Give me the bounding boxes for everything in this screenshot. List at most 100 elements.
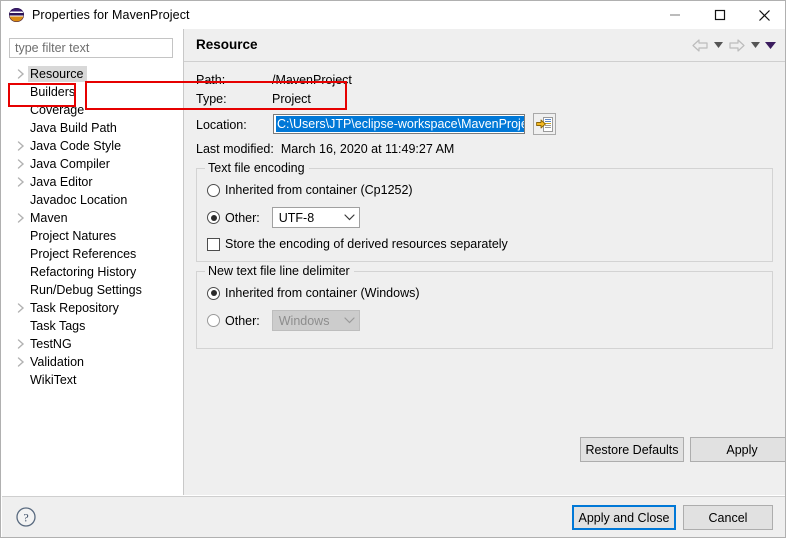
chevron-right-icon[interactable] bbox=[14, 213, 28, 223]
sidebar-item-task-tags[interactable]: Task Tags bbox=[2, 317, 183, 335]
window-controls bbox=[652, 1, 785, 29]
delimiter-other-radio-row[interactable]: Other: Windows bbox=[207, 310, 360, 331]
chevron-right-icon[interactable] bbox=[14, 303, 28, 313]
sidebar-item-label: WikiText bbox=[30, 373, 77, 387]
encoding-other-label: Other: bbox=[225, 210, 260, 225]
type-value: Project bbox=[272, 92, 311, 106]
sidebar-item-label: Java Compiler bbox=[30, 157, 110, 171]
settings-sidebar: Resource Builders Coverage Java Build Path J… bbox=[2, 29, 184, 495]
sidebar-item-run-debug-settings[interactable]: Run/Debug Settings bbox=[2, 281, 183, 299]
location-input[interactable]: C:\Users\JTP\eclipse-workspace\MavenProj… bbox=[273, 114, 525, 134]
chevron-right-icon[interactable] bbox=[14, 159, 28, 169]
cancel-button[interactable]: Cancel bbox=[683, 505, 773, 530]
encoding-other-radio-row[interactable]: Other: UTF-8 bbox=[207, 207, 360, 228]
sidebar-item-label: Project Natures bbox=[30, 229, 117, 243]
delimiter-select-value: Windows bbox=[278, 313, 330, 328]
path-label: Path: bbox=[196, 73, 226, 87]
forward-dropdown-icon[interactable] bbox=[748, 35, 763, 55]
sidebar-item-resource[interactable]: Resource bbox=[2, 65, 183, 83]
sidebar-item-task-repository[interactable]: Task Repository bbox=[2, 299, 183, 317]
help-icon[interactable]: ? bbox=[15, 506, 37, 528]
sidebar-item-label: Java Editor bbox=[30, 175, 93, 189]
line-delimiter-group: New text file line delimiter Inherited f… bbox=[196, 264, 773, 349]
encoding-inherited-radio[interactable] bbox=[207, 183, 220, 197]
sidebar-item-wikitext[interactable]: WikiText bbox=[2, 371, 183, 389]
location-label: Location: bbox=[196, 117, 247, 132]
sidebar-item-javadoc-location[interactable]: Javadoc Location bbox=[2, 191, 183, 209]
encoding-inherited-radio-row[interactable]: Inherited from container (Cp1252) bbox=[207, 183, 413, 197]
type-row: Type: Project bbox=[196, 92, 311, 106]
svg-text:?: ? bbox=[23, 511, 28, 525]
store-encoding-label: Store the encoding of derived resources … bbox=[225, 237, 508, 251]
sidebar-item-label: Run/Debug Settings bbox=[30, 283, 142, 297]
location-label-wrapper: Location: bbox=[196, 115, 247, 134]
filter-input[interactable] bbox=[9, 38, 173, 58]
sidebar-item-label: TestNG bbox=[30, 337, 72, 351]
maximize-icon[interactable] bbox=[697, 1, 742, 29]
sidebar-item-validation[interactable]: Validation bbox=[2, 353, 183, 371]
encoding-select[interactable]: UTF-8 bbox=[271, 207, 360, 228]
sidebar-item-project-natures[interactable]: Project Natures bbox=[2, 227, 183, 245]
store-encoding-checkbox[interactable] bbox=[207, 237, 220, 251]
minimize-icon[interactable] bbox=[652, 1, 697, 29]
navigation-buttons bbox=[689, 35, 778, 55]
sidebar-item-builders[interactable]: Builders bbox=[2, 83, 183, 101]
settings-tree: Resource Builders Coverage Java Build Path J… bbox=[2, 65, 183, 389]
last-modified-row: Last modified: March 16, 2020 at 11:49:2… bbox=[196, 142, 454, 156]
sidebar-item-label: Refactoring History bbox=[30, 265, 137, 279]
sidebar-item-refactoring-history[interactable]: Refactoring History bbox=[2, 263, 183, 281]
browse-folder-icon[interactable] bbox=[533, 113, 556, 135]
text-file-encoding-group-title: Text file encoding bbox=[205, 161, 309, 175]
sidebar-item-project-references[interactable]: Project References bbox=[2, 245, 183, 263]
sidebar-item-java-compiler[interactable]: Java Compiler bbox=[2, 155, 183, 173]
chevron-right-icon[interactable] bbox=[14, 141, 28, 151]
chevron-down-icon bbox=[344, 214, 355, 221]
chevron-right-icon[interactable] bbox=[14, 357, 28, 367]
encoding-inherited-label: Inherited from container (Cp1252) bbox=[225, 183, 413, 197]
apply-and-close-button[interactable]: Apply and Close bbox=[572, 505, 676, 530]
sidebar-item-label: Java Build Path bbox=[30, 121, 117, 135]
path-value: /MavenProject bbox=[272, 73, 352, 87]
title-bar: Properties for MavenProject bbox=[1, 1, 785, 29]
delimiter-other-label: Other: bbox=[225, 313, 260, 328]
forward-arrow-icon[interactable] bbox=[726, 35, 748, 55]
view-menu-icon[interactable] bbox=[763, 35, 778, 55]
back-arrow-icon[interactable] bbox=[689, 35, 711, 55]
chevron-down-icon bbox=[344, 317, 355, 324]
encoding-select-value: UTF-8 bbox=[278, 210, 315, 225]
close-icon[interactable] bbox=[742, 1, 785, 29]
chevron-right-icon[interactable] bbox=[14, 69, 28, 79]
chevron-right-icon[interactable] bbox=[14, 339, 28, 349]
sidebar-item-label: Javadoc Location bbox=[30, 193, 128, 207]
encoding-other-radio[interactable] bbox=[207, 211, 220, 224]
restore-defaults-button[interactable]: Restore Defaults bbox=[580, 437, 684, 462]
delimiter-select: Windows bbox=[271, 310, 360, 331]
back-dropdown-icon[interactable] bbox=[711, 35, 726, 55]
sidebar-item-label: Resource bbox=[28, 66, 87, 82]
store-encoding-checkbox-row[interactable]: Store the encoding of derived resources … bbox=[207, 237, 508, 251]
sidebar-item-coverage[interactable]: Coverage bbox=[2, 101, 183, 119]
page-title: Resource bbox=[196, 37, 258, 52]
sidebar-item-testng[interactable]: TestNG bbox=[2, 335, 183, 353]
apply-button[interactable]: Apply bbox=[690, 437, 785, 462]
chevron-right-icon[interactable] bbox=[14, 177, 28, 187]
text-file-encoding-group: Text file encoding Inherited from contai… bbox=[196, 161, 773, 262]
delimiter-inherited-radio-row[interactable]: Inherited from container (Windows) bbox=[207, 286, 420, 300]
delimiter-other-radio[interactable] bbox=[207, 314, 220, 327]
sidebar-item-label: Builders bbox=[30, 85, 76, 99]
location-input-value: C:\Users\JTP\eclipse-workspace\MavenProj… bbox=[276, 116, 524, 132]
window-title: Properties for MavenProject bbox=[32, 8, 190, 22]
sidebar-item-java-editor[interactable]: Java Editor bbox=[2, 173, 183, 191]
delimiter-inherited-label: Inherited from container (Windows) bbox=[225, 286, 420, 300]
last-modified-value: March 16, 2020 at 11:49:27 AM bbox=[280, 142, 455, 156]
sidebar-item-label: Coverage bbox=[30, 103, 85, 117]
settings-content-panel: Resource Path: /MavenProject Type: Proje… bbox=[184, 29, 785, 495]
sidebar-item-java-code-style[interactable]: Java Code Style bbox=[2, 137, 183, 155]
type-label: Type: bbox=[196, 92, 227, 106]
sidebar-item-maven[interactable]: Maven bbox=[2, 209, 183, 227]
sidebar-item-java-build-path[interactable]: Java Build Path bbox=[2, 119, 183, 137]
last-modified-label: Last modified: bbox=[196, 142, 274, 156]
path-row: Path: /MavenProject bbox=[196, 73, 352, 87]
delimiter-inherited-radio[interactable] bbox=[207, 286, 220, 300]
line-delimiter-group-title: New text file line delimiter bbox=[205, 264, 354, 278]
